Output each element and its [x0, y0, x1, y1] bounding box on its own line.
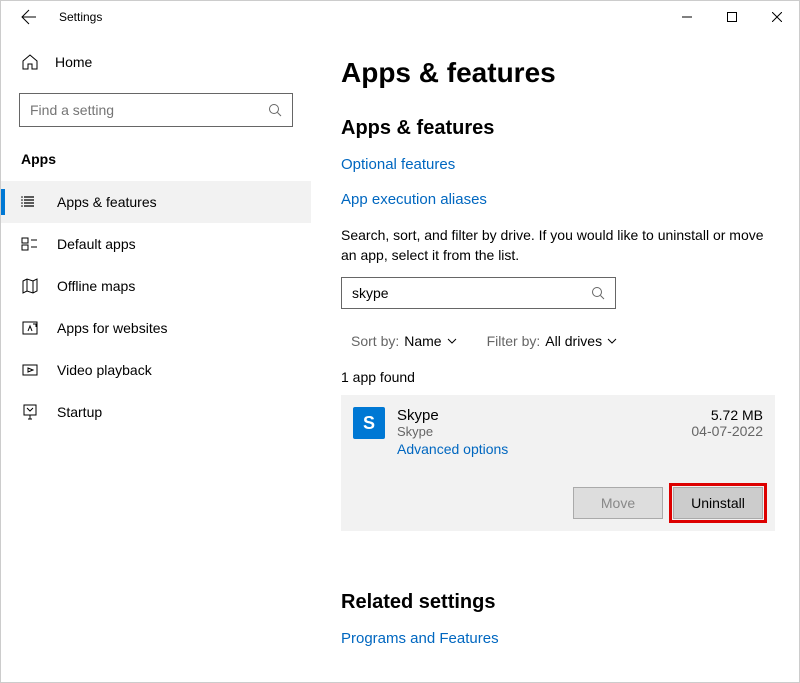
home-nav[interactable]: Home [1, 43, 311, 81]
sort-label: Sort by: [351, 333, 399, 349]
programs-features-link[interactable]: Programs and Features [341, 630, 775, 647]
uninstall-button[interactable]: Uninstall [673, 487, 763, 519]
app-search-input[interactable] [352, 285, 591, 301]
main-panel: Apps & features Apps & features Optional… [311, 33, 799, 682]
sort-value: Name [404, 333, 441, 349]
sidebar-search-input[interactable] [30, 102, 268, 118]
move-button: Move [573, 487, 663, 519]
optional-features-link[interactable]: Optional features [341, 156, 775, 173]
titlebar: Settings [1, 1, 799, 33]
sidebar-item-label: Offline maps [57, 278, 135, 294]
filter-value: All drives [545, 333, 602, 349]
app-name: Skype [397, 407, 691, 424]
related-settings: Related settings Programs and Features [341, 591, 775, 647]
arrow-left-icon [21, 9, 37, 25]
sidebar-item-label: Default apps [57, 236, 136, 252]
sidebar-item-offline-maps[interactable]: Offline maps [1, 265, 311, 307]
back-button[interactable] [19, 7, 39, 27]
minimize-icon [682, 12, 692, 22]
offline-maps-icon [21, 277, 39, 295]
home-icon [21, 53, 39, 71]
app-info: Skype Skype Advanced options [397, 407, 691, 457]
result-count: 1 app found [341, 369, 775, 385]
sidebar-section-label: Apps [1, 145, 311, 181]
app-meta: 5.72 MB 04-07-2022 [691, 407, 763, 439]
filter-label: Filter by: [487, 333, 541, 349]
search-icon [268, 103, 282, 117]
related-title: Related settings [341, 591, 775, 614]
search-icon [591, 286, 605, 300]
apps-websites-icon [21, 319, 39, 337]
home-label: Home [55, 54, 92, 70]
close-button[interactable] [754, 1, 799, 33]
sidebar-search[interactable] [19, 93, 293, 127]
settings-window: Settings Home Apps Ap [0, 0, 800, 683]
video-playback-icon [21, 361, 39, 379]
section-title: Apps & features [341, 117, 775, 140]
section-description: Search, sort, and filter by drive. If yo… [341, 226, 775, 265]
sidebar-item-label: Startup [57, 404, 102, 420]
chevron-down-icon [607, 338, 617, 344]
app-search[interactable] [341, 277, 616, 309]
sidebar: Home Apps Apps & features Default apps [1, 33, 311, 682]
sort-by-dropdown[interactable]: Sort by: Name [351, 333, 457, 349]
sidebar-item-video-playback[interactable]: Video playback [1, 349, 311, 391]
sidebar-item-startup[interactable]: Startup [1, 391, 311, 433]
maximize-button[interactable] [709, 1, 754, 33]
app-row: S Skype Skype Advanced options 5.72 MB 0… [353, 407, 763, 457]
content-area: Home Apps Apps & features Default apps [1, 33, 799, 682]
filter-row: Sort by: Name Filter by: All drives [341, 333, 775, 349]
window-title: Settings [59, 10, 102, 24]
sidebar-item-label: Video playback [57, 362, 152, 378]
maximize-icon [727, 12, 737, 22]
window-controls [664, 1, 799, 33]
page-title: Apps & features [341, 57, 775, 89]
app-execution-aliases-link[interactable]: App execution aliases [341, 191, 775, 208]
app-card[interactable]: S Skype Skype Advanced options 5.72 MB 0… [341, 395, 775, 531]
startup-icon [21, 403, 39, 421]
advanced-options-link[interactable]: Advanced options [397, 441, 691, 457]
chevron-down-icon [447, 338, 457, 344]
apps-features-icon [21, 193, 39, 211]
sidebar-item-label: Apps & features [57, 194, 157, 210]
close-icon [772, 12, 782, 22]
minimize-button[interactable] [664, 1, 709, 33]
filter-by-dropdown[interactable]: Filter by: All drives [487, 333, 617, 349]
sidebar-item-apps-websites[interactable]: Apps for websites [1, 307, 311, 349]
default-apps-icon [21, 235, 39, 253]
app-size: 5.72 MB [691, 407, 763, 423]
sidebar-item-default-apps[interactable]: Default apps [1, 223, 311, 265]
app-publisher: Skype [397, 424, 691, 439]
sidebar-item-label: Apps for websites [57, 320, 168, 336]
app-date: 04-07-2022 [691, 423, 763, 439]
app-actions: Move Uninstall [353, 487, 763, 519]
skype-app-icon: S [353, 407, 385, 439]
sidebar-item-apps-features[interactable]: Apps & features [1, 181, 311, 223]
